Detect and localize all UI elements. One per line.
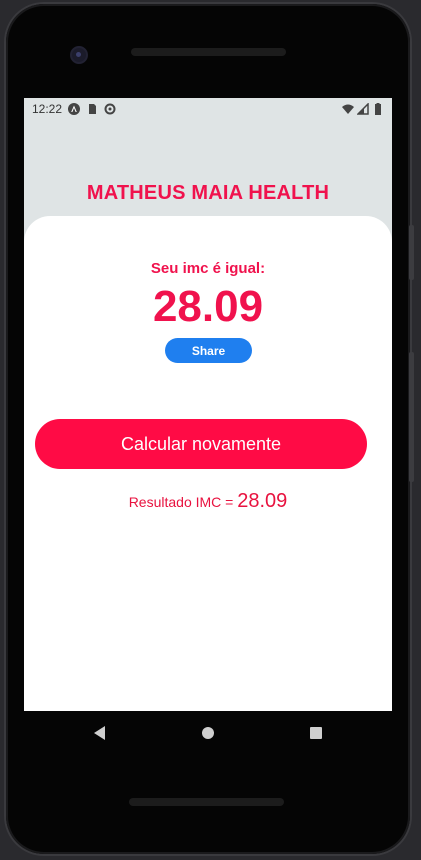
result-value: 28.09 [152, 282, 264, 331]
recents-icon[interactable] [310, 727, 322, 739]
front-camera [70, 46, 88, 64]
result-summary-value: 28.09 [237, 490, 288, 512]
recalculate-button[interactable]: Calcular novamente [35, 419, 367, 469]
bottom-speaker [129, 798, 284, 806]
signal-icon [357, 103, 369, 115]
back-icon[interactable] [94, 726, 105, 740]
status-left: 12:22 [32, 102, 116, 116]
power-button [409, 225, 414, 280]
screen: 12:22 MATHEUS MAIA HEALTH Seu imc é igua… [24, 98, 392, 711]
result-summary-prefix: Resultado IMC = [128, 494, 238, 510]
status-right [342, 103, 384, 115]
result-card: Seu imc é igual: 28.09 Share Calcular no… [24, 216, 392, 711]
navigation-bar [24, 711, 392, 755]
sync-icon [104, 103, 116, 115]
status-time: 12:22 [32, 102, 63, 116]
result-label: Seu imc é igual: [150, 260, 266, 277]
battery-icon [375, 103, 381, 115]
status-bar: 12:22 [24, 98, 392, 120]
app-title: MATHEUS MAIA HEALTH [86, 182, 330, 204]
top-speaker [131, 48, 286, 56]
wifi-icon [342, 104, 354, 114]
share-button[interactable]: Share [165, 338, 252, 363]
volume-button [409, 352, 414, 482]
android-studio-icon [68, 103, 81, 115]
sd-card-icon [89, 104, 97, 114]
home-icon[interactable] [201, 727, 214, 739]
result-summary: Resultado IMC = 28.09 [24, 490, 392, 513]
